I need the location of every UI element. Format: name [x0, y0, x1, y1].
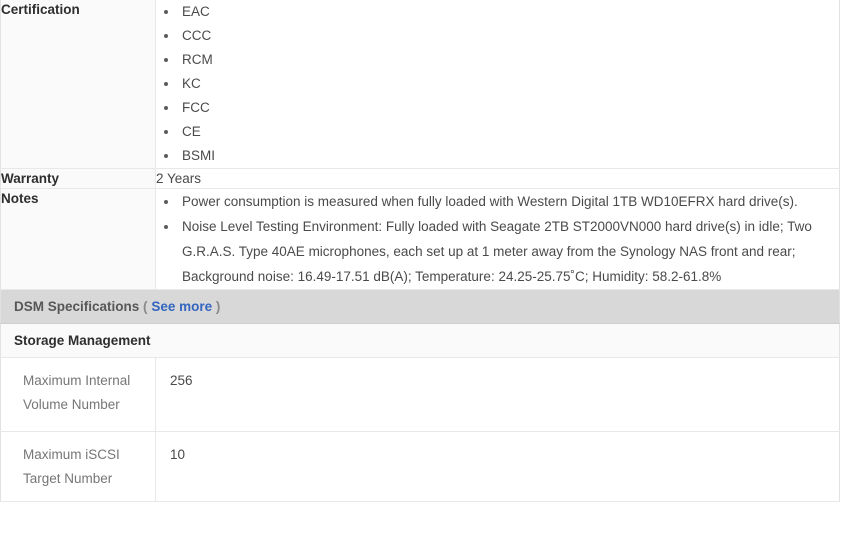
row-value-max-internal-volume-number: 256	[155, 357, 840, 432]
specifications-table: Certification EAC CCC RCM KC FCC CE BSMI…	[0, 0, 840, 502]
dsm-specifications-title: DSM Specifications	[14, 299, 140, 314]
table-row-certification: Certification EAC CCC RCM KC FCC CE BSMI	[0, 0, 840, 169]
table-row-max-iscsi-target-number: Maximum iSCSI Target Number 10	[0, 431, 840, 502]
row-label-notes: Notes	[0, 188, 156, 290]
list-item: Noise Level Testing Environment: Fully l…	[156, 214, 839, 289]
list-item: FCC	[156, 96, 839, 120]
list-item: EAC	[156, 0, 839, 24]
list-item: Power consumption is measured when fully…	[156, 189, 839, 214]
link-close-paren: )	[215, 299, 221, 314]
list-item: CE	[156, 120, 839, 144]
product-specifications-panel: Certification EAC CCC RCM KC FCC CE BSMI…	[0, 0, 840, 502]
list-item: RCM	[156, 48, 839, 72]
list-item: BSMI	[156, 144, 839, 168]
table-row-notes: Notes Power consumption is measured when…	[0, 188, 840, 290]
row-value-notes: Power consumption is measured when fully…	[155, 188, 840, 290]
subsection-storage-management: Storage Management	[0, 323, 840, 358]
row-label-warranty: Warranty	[0, 168, 156, 189]
see-more-link[interactable]: See more	[151, 299, 212, 314]
dsm-specifications-band-cell: DSM Specifications ( See more )	[0, 289, 840, 324]
link-open-paren: (	[143, 299, 148, 314]
list-item: CCC	[156, 24, 839, 48]
list-item: KC	[156, 72, 839, 96]
row-label-certification: Certification	[0, 0, 156, 169]
notes-list: Power consumption is measured when fully…	[156, 189, 839, 289]
row-label-max-internal-volume-number: Maximum Internal Volume Number	[0, 357, 156, 432]
subsection-title-storage-management: Storage Management	[0, 323, 840, 358]
row-value-warranty: 2 Years	[155, 168, 840, 189]
dsm-specifications-band: DSM Specifications ( See more )	[0, 289, 840, 324]
row-value-certification: EAC CCC RCM KC FCC CE BSMI	[155, 0, 840, 169]
row-value-max-iscsi-target-number: 10	[155, 431, 840, 502]
table-row-warranty: Warranty 2 Years	[0, 168, 840, 189]
certification-list: EAC CCC RCM KC FCC CE BSMI	[156, 0, 839, 168]
row-label-max-iscsi-target-number: Maximum iSCSI Target Number	[0, 431, 156, 502]
table-row-max-internal-volume-number: Maximum Internal Volume Number 256	[0, 357, 840, 432]
